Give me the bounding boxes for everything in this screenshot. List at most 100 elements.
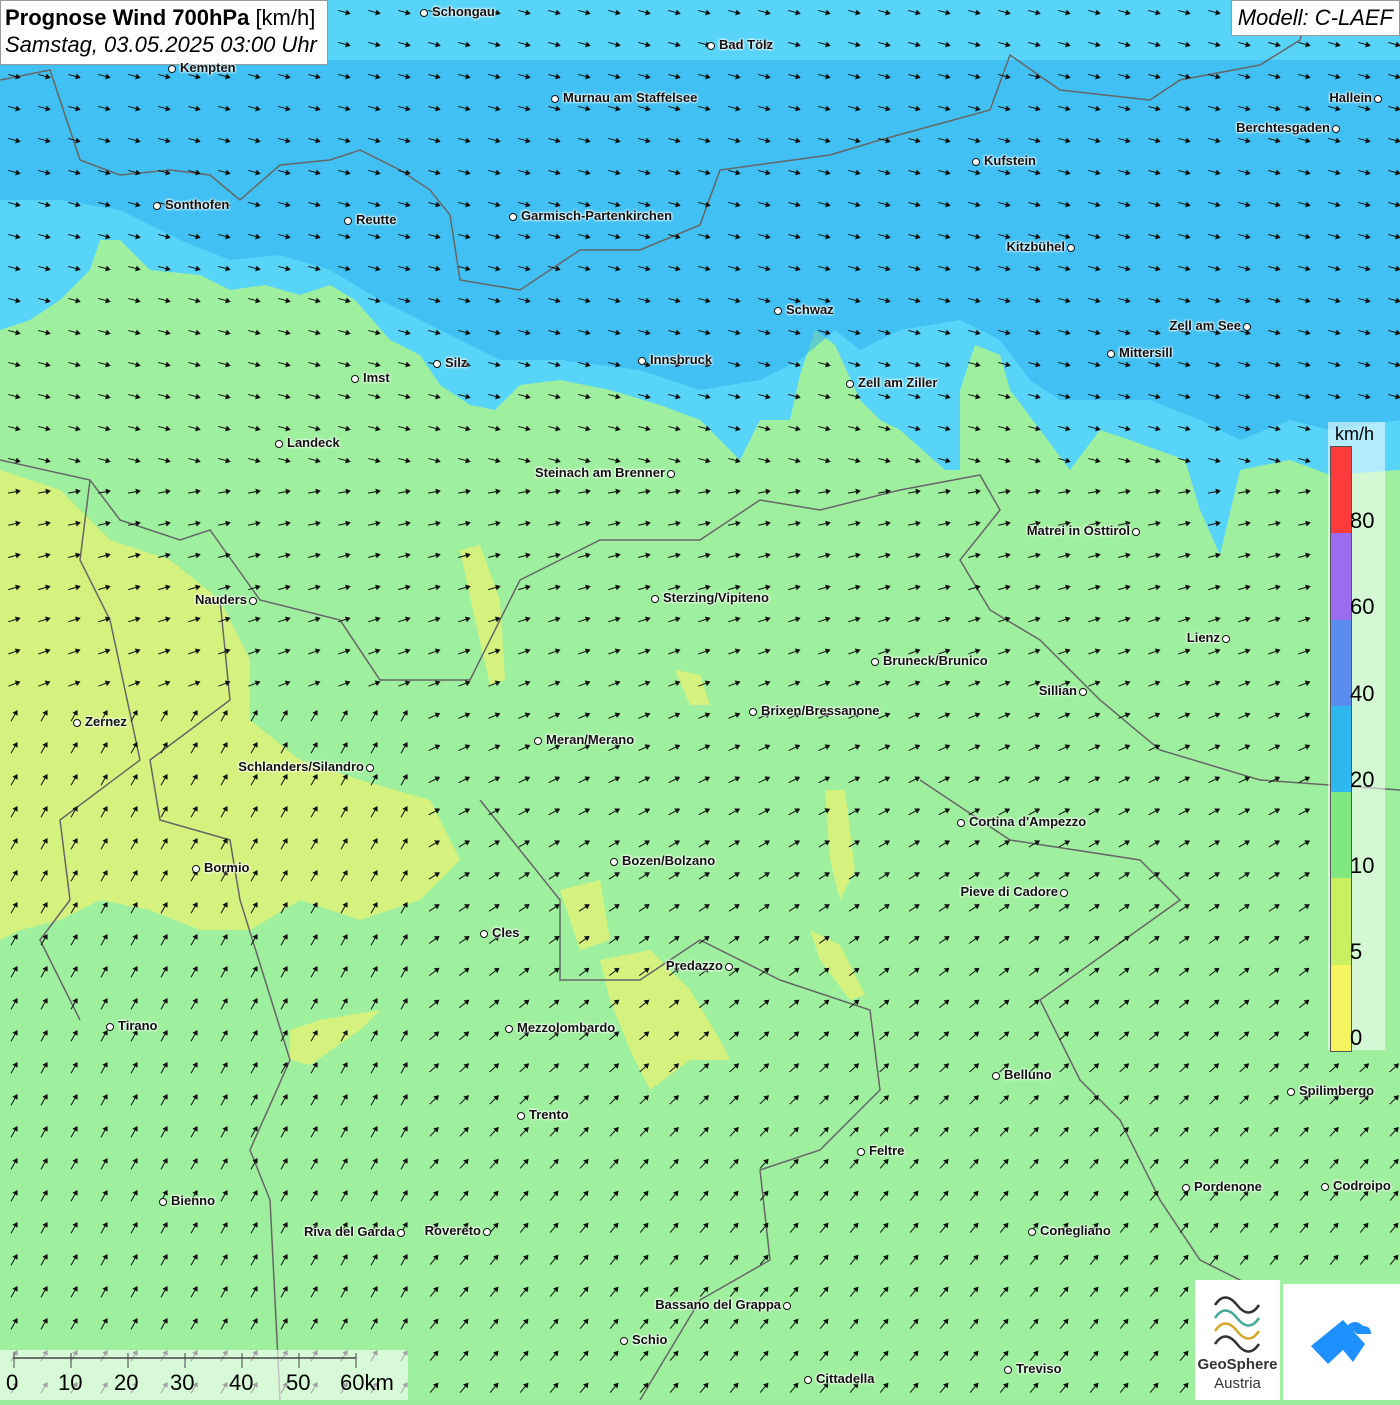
legend-color-segment — [1331, 447, 1351, 534]
legend-tick-label: 60 — [1350, 594, 1375, 619]
legend-colorbar — [1330, 446, 1352, 1052]
city-marker — [397, 1229, 405, 1237]
logo-line2: Austria — [1214, 1375, 1261, 1392]
legend-tick-label: 5 — [1350, 939, 1363, 964]
city-marker — [153, 202, 161, 210]
city-marker — [249, 597, 257, 605]
legend-color-segment — [1331, 878, 1351, 965]
city-label: Bad Tölz — [719, 37, 774, 52]
city-marker — [992, 1072, 1000, 1080]
city-label: Codroipo — [1333, 1178, 1391, 1193]
city-marker — [1374, 95, 1382, 103]
city-label: Zell am See — [1169, 318, 1241, 333]
city-label: Treviso — [1016, 1361, 1062, 1376]
city-marker — [774, 307, 782, 315]
city-marker — [366, 764, 374, 772]
scale-label: 40 — [229, 1370, 254, 1395]
city-marker — [509, 213, 517, 221]
city-marker — [1332, 125, 1340, 133]
app-logo — [1283, 1284, 1400, 1400]
city-label: Sillian — [1038, 683, 1077, 698]
city-marker — [483, 1228, 491, 1236]
map-title: Prognose Wind 700hPa [km/h] — [5, 5, 317, 31]
city-label: Schlanders/Silandro — [238, 759, 364, 774]
city-marker — [667, 470, 675, 478]
city-label: Spilimbergo — [1299, 1083, 1375, 1098]
scale-label: 50 — [286, 1370, 311, 1395]
city-marker — [192, 865, 200, 873]
city-marker — [804, 1376, 812, 1384]
city-marker — [517, 1112, 525, 1120]
city-marker — [1028, 1228, 1036, 1236]
city-label: Bozen/Bolzano — [622, 853, 716, 868]
city-label: Silz — [445, 355, 468, 370]
city-marker — [1243, 323, 1251, 331]
city-label: Hallein — [1329, 90, 1372, 105]
city-marker — [1067, 244, 1075, 252]
city-marker — [1079, 688, 1087, 696]
city-label: Pordenone — [1194, 1179, 1262, 1194]
geosphere-icon — [1213, 1296, 1261, 1353]
scale-label: 0 — [6, 1370, 19, 1395]
city-label: Matrei in Osttirol — [1026, 523, 1130, 538]
city-marker — [783, 1302, 791, 1310]
legend-color-segment — [1331, 619, 1351, 706]
title-unit: [km/h] — [255, 5, 316, 30]
city-label: Garmisch-Partenkirchen — [521, 208, 673, 223]
city-label: Murnau am Staffelsee — [563, 90, 698, 105]
city-label: Berchtesgaden — [1236, 120, 1330, 135]
city-marker — [651, 595, 659, 603]
city-label: Zernez — [85, 714, 127, 729]
city-label: Mezzolombardo — [517, 1020, 616, 1035]
city-label: Rovereto — [424, 1223, 481, 1238]
city-marker — [871, 658, 879, 666]
city-label: Kufstein — [984, 153, 1036, 168]
city-label: Conegliano — [1040, 1223, 1111, 1238]
city-marker — [1060, 889, 1068, 897]
city-marker — [551, 95, 559, 103]
legend-color-segment — [1331, 533, 1351, 620]
city-label: Trento — [529, 1107, 569, 1122]
city-marker — [846, 380, 854, 388]
mountain-icon — [1311, 1320, 1371, 1364]
city-label: Mittersill — [1119, 345, 1173, 360]
forecast-date: Samstag, 03.05.2025 03:00 Uhr — [5, 32, 317, 57]
city-marker — [957, 819, 965, 827]
city-marker — [857, 1148, 865, 1156]
city-marker — [534, 737, 542, 745]
city-label: Sterzing/Vipiteno — [663, 590, 769, 605]
city-marker — [480, 930, 488, 938]
city-label: Kitzbühel — [1006, 239, 1066, 254]
city-marker — [1004, 1366, 1012, 1374]
scale-label: 30 — [170, 1370, 195, 1395]
legend-color-segment — [1331, 705, 1351, 793]
city-marker — [420, 9, 428, 17]
legend-tick-label: 20 — [1350, 767, 1375, 792]
legend-tick-label: 80 — [1350, 508, 1375, 533]
city-label: Cles — [492, 925, 520, 940]
city-marker — [73, 719, 81, 727]
city-label: Zell am Ziller — [858, 375, 938, 390]
city-marker — [106, 1023, 114, 1031]
legend-unit: km/h — [1335, 424, 1375, 444]
legend-tick-label: 0 — [1350, 1025, 1363, 1050]
city-marker — [505, 1025, 513, 1033]
city-label: Brixen/Bressanone — [761, 703, 880, 718]
city-label: Tirano — [118, 1018, 158, 1033]
city-marker — [620, 1337, 628, 1345]
city-label: Bassano del Grappa — [655, 1297, 781, 1312]
city-label: Meran/Merano — [546, 732, 635, 747]
city-marker — [275, 440, 283, 448]
city-label: Bruneck/Brunico — [883, 653, 988, 668]
scale-label: 60km — [340, 1370, 394, 1395]
city-marker — [433, 360, 441, 368]
city-label: Innsbruck — [650, 352, 713, 367]
city-label: Cittadella — [816, 1371, 875, 1386]
city-marker — [638, 357, 646, 365]
legend-tick-label: 10 — [1350, 853, 1375, 878]
city-marker — [159, 1198, 167, 1206]
city-label: Schio — [632, 1332, 668, 1347]
city-label: Schwaz — [786, 302, 834, 317]
city-label: Cortina d'Ampezzo — [969, 814, 1087, 829]
legend-color-segment — [1331, 964, 1351, 1051]
